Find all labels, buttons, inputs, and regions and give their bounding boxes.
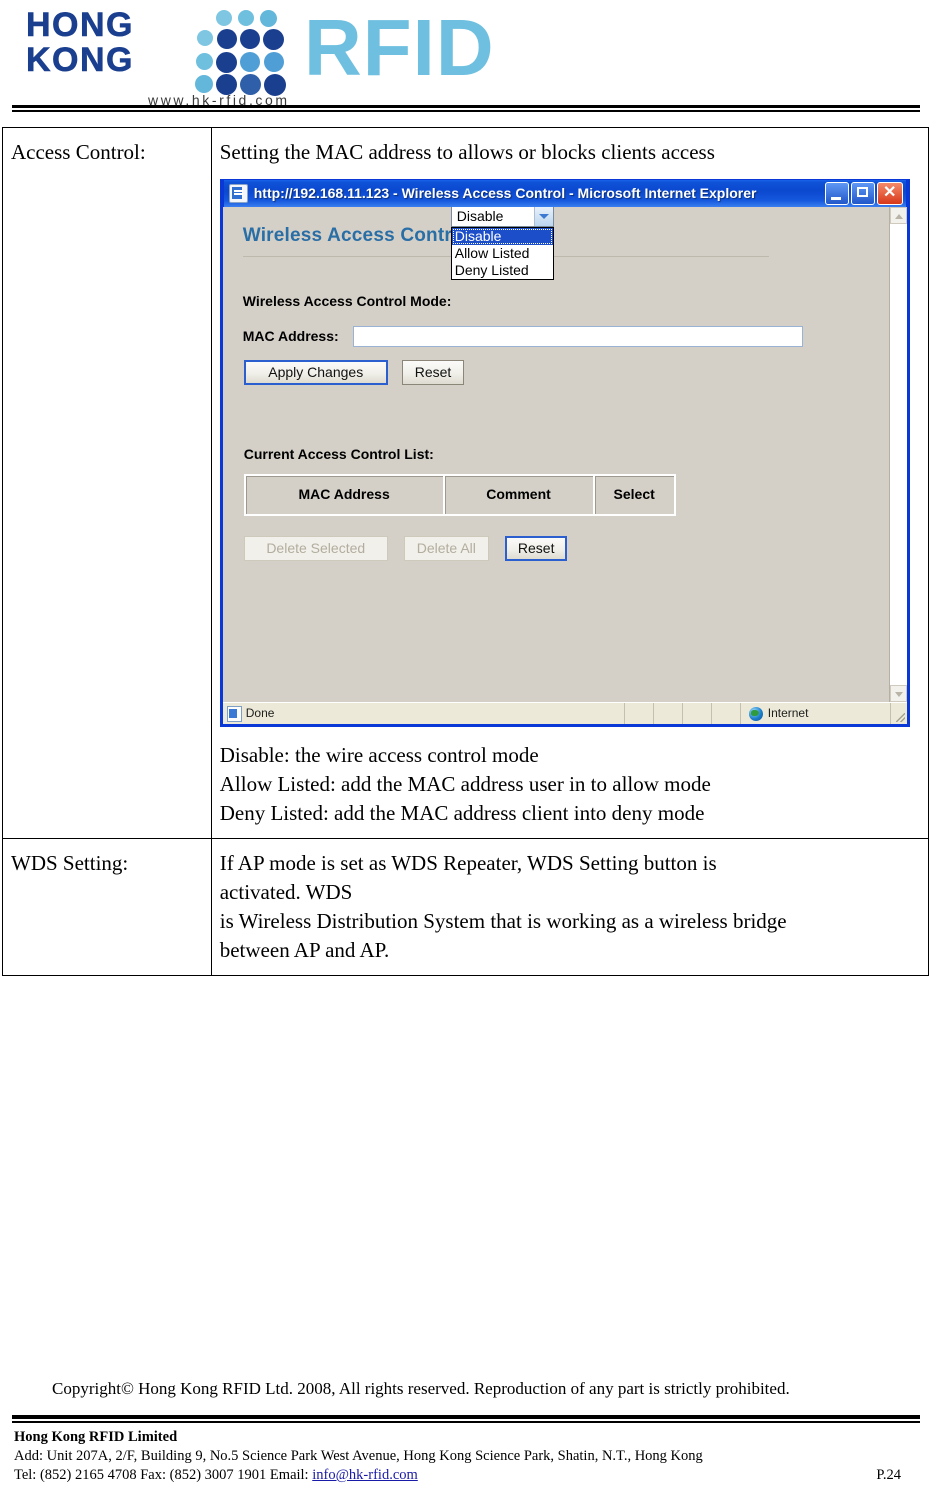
maximize-button[interactable] [850, 182, 875, 205]
page-number: P.24 [876, 1467, 901, 1483]
resize-grip[interactable] [891, 703, 907, 724]
scroll-up-arrow-icon[interactable] [889, 207, 907, 224]
row-label-wds-setting: WDS Setting: [2, 838, 212, 976]
footer-contact-line: Tel: (852) 2165 4708 Fax: (852) 3007 190… [14, 1466, 919, 1485]
minimize-button[interactable] [824, 182, 849, 205]
browser-window-title: http://192.168.11.123 - Wireless Access … [253, 185, 757, 201]
wds-line-2: activated. WDS [219, 880, 353, 904]
statusbar-segment-3 [683, 703, 712, 724]
logo-wordmark-rfid: RFID [304, 3, 495, 92]
copyright-notice: Copyright© Hong Kong RFID Ltd. 2008, All… [52, 1379, 790, 1398]
mac-address-row: MAC Address: [243, 322, 889, 351]
acl-button-row: Delete Selected Delete All Reset [243, 536, 889, 561]
web-page-content: Wireless Access Control Wireless Access … [222, 207, 889, 702]
footer-contact-prefix: Tel: (852) 2165 4708 Fax: (852) 3007 190… [14, 1467, 313, 1483]
footer-phone-fax-email: Tel: (852) 2165 4708 Fax: (852) 3007 190… [14, 1466, 418, 1485]
access-control-mode-row: Wireless Access Control Mode: [243, 287, 889, 316]
mode-description-deny-listed: Deny Listed: add the MAC address client … [219, 801, 705, 825]
globe-icon [748, 706, 763, 721]
logo-line-kong: KONG [26, 41, 134, 79]
mode-description-disable: Disable: the wire access control mode [219, 743, 539, 767]
browser-statusbar: Done Internet [222, 702, 907, 724]
form-button-row: Apply Changes Reset [243, 360, 889, 385]
mac-address-input[interactable] [352, 326, 803, 347]
browser-titlebar[interactable]: http://192.168.11.123 - Wireless Access … [222, 179, 907, 207]
internet-explorer-icon [228, 184, 248, 203]
close-button[interactable]: ✕ [876, 182, 903, 205]
logo-dot-grid-icon [194, 10, 304, 96]
footer-contact-block: Hong Kong RFID Limited Add: Unit 207A, 2… [14, 1428, 919, 1485]
mode-description-allow-listed: Allow Listed: add the MAC address user i… [219, 772, 711, 796]
mac-address-label: MAC Address: [242, 328, 339, 344]
company-logo: HONG KONG RFID www.hk-rfid.com [8, 3, 538, 108]
chevron-down-icon[interactable] [533, 207, 553, 226]
row-label-access-control: Access Control: [2, 127, 212, 839]
document-icon [226, 705, 242, 722]
acl-reset-button[interactable]: Reset [504, 536, 568, 561]
access-control-mode-select[interactable]: Disable Disable Allow Listed Deny Listed [450, 207, 554, 280]
access-control-list-table: MAC Address Comment Select [243, 474, 676, 516]
acl-column-comment: Comment [443, 475, 594, 515]
select-option-disable[interactable]: Disable [451, 228, 553, 245]
acl-column-mac-address: MAC Address [244, 475, 444, 515]
mode-label: Wireless Access Control Mode: [242, 293, 452, 309]
wds-line-3: is Wireless Distribution System that is … [219, 909, 787, 933]
select-closed-box[interactable]: Disable [450, 207, 554, 227]
security-zone-label: Internet [767, 706, 809, 720]
window-controls: ✕ [824, 182, 903, 205]
header-divider [12, 105, 920, 112]
page-header: HONG KONG RFID www.hk-rfid.com [0, 0, 931, 112]
footer-address: Add: Unit 207A, 2/F, Building 9, No.5 Sc… [14, 1448, 703, 1464]
acl-column-select: Select [593, 475, 675, 515]
wds-line-4: between AP and AP. [219, 938, 390, 962]
access-control-intro-text: Setting the MAC address to allows or blo… [219, 140, 715, 164]
security-zone-indicator[interactable]: Internet [741, 703, 891, 724]
footer-email-link[interactable]: info@hk-rfid.com [312, 1467, 418, 1483]
select-options-list[interactable]: Disable Allow Listed Deny Listed [450, 227, 554, 280]
select-selected-value: Disable [456, 207, 504, 224]
acl-list-label: Current Access Control List: [243, 446, 434, 462]
status-text-area: Done [223, 703, 625, 724]
scroll-down-arrow-icon[interactable] [889, 685, 907, 702]
wds-line-1: If AP mode is set as WDS Repeater, WDS S… [219, 851, 717, 875]
logo-line-hong: HONG [26, 6, 134, 44]
statusbar-segment-4 [712, 703, 741, 724]
statusbar-segment-2 [654, 703, 683, 724]
apply-changes-button[interactable]: Apply Changes [243, 360, 388, 385]
logo-wordmark-hongkong: HONG KONG [26, 6, 206, 79]
page-heading: Wireless Access Control [242, 225, 470, 246]
form-reset-button[interactable]: Reset [401, 360, 465, 385]
delete-selected-button[interactable]: Delete Selected [243, 536, 388, 561]
footer-company-name: Hong Kong RFID Limited [14, 1429, 178, 1445]
status-text: Done [245, 706, 275, 720]
delete-all-button[interactable]: Delete All [403, 536, 489, 561]
table-row-wds-setting: WDS Setting: If AP mode is set as WDS Re… [2, 838, 930, 976]
acl-header-row: MAC Address Comment Select [244, 475, 675, 515]
table-row-access-control: Access Control: Setting the MAC address … [2, 127, 930, 839]
vertical-scrollbar[interactable] [888, 207, 907, 702]
browser-content-area: Wireless Access Control Wireless Access … [222, 207, 907, 702]
row-body-access-control: Setting the MAC address to allows or blo… [210, 127, 930, 839]
browser-window: http://192.168.11.123 - Wireless Access … [219, 179, 910, 727]
row-body-wds-setting: If AP mode is set as WDS Repeater, WDS S… [210, 838, 930, 976]
access-control-mode-descriptions: Disable: the wire access control mode Al… [220, 741, 918, 828]
footer-divider [12, 1415, 920, 1423]
select-option-deny-listed[interactable]: Deny Listed [452, 262, 553, 279]
settings-description-table: Access Control: Setting the MAC address … [2, 127, 930, 976]
select-option-allow-listed[interactable]: Allow Listed [452, 245, 553, 262]
statusbar-segment-1 [625, 703, 654, 724]
